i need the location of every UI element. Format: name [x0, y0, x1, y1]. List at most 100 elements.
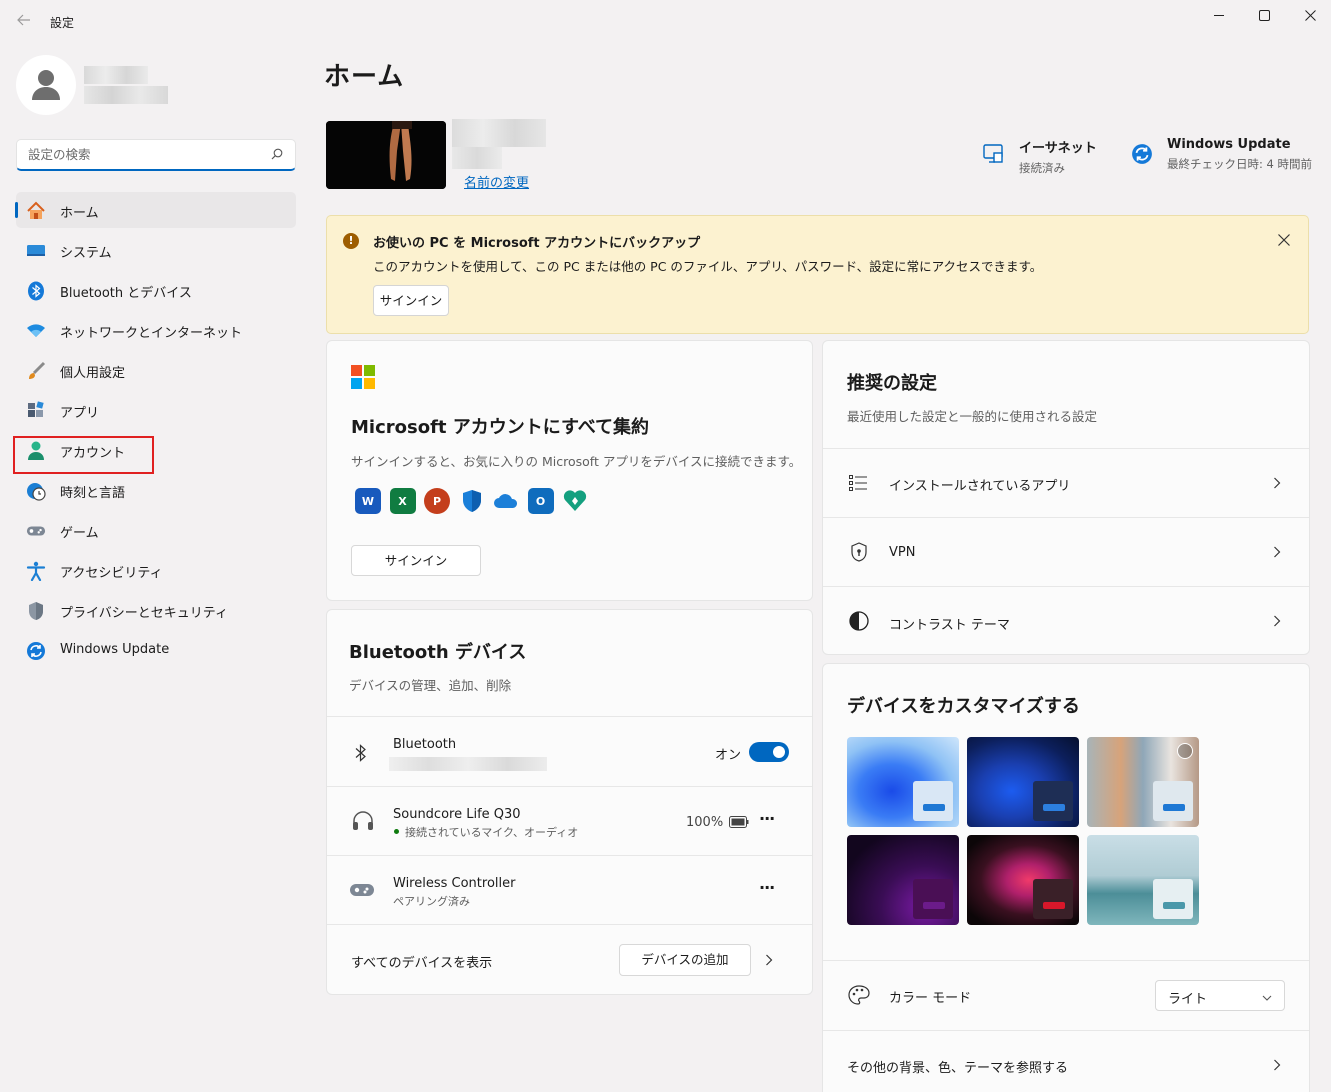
chevron-right-icon[interactable]	[765, 954, 775, 968]
sidebar-item-home[interactable]: ホーム	[15, 192, 296, 228]
powerpoint-icon: P	[424, 488, 450, 514]
sidebar-item-label: Bluetooth とデバイス	[60, 286, 192, 301]
device-name: Wireless Controller	[393, 876, 516, 891]
windows-update-status[interactable]: Windows Update 最終チェック日時: 4 時間前	[1131, 137, 1312, 172]
page-title: ホーム	[324, 62, 405, 92]
ms-card-title: Microsoft アカウントにすべて集約	[351, 417, 649, 438]
color-mode-row: カラー モード ライト	[823, 960, 1309, 1030]
browse-themes-label: その他の背景、色、テーマを参照する	[847, 1061, 1069, 1076]
back-arrow-icon[interactable]	[14, 12, 34, 32]
sidebar-item-time-language[interactable]: 時刻と言語	[16, 472, 296, 508]
family-safety-icon	[562, 488, 588, 514]
theme-thumbnail[interactable]	[1087, 737, 1199, 827]
device-wallpaper-thumbnail[interactable]	[326, 121, 446, 189]
rec-item-contrast-theme[interactable]: コントラスト テーマ	[823, 586, 1309, 654]
backup-banner: ! お使いの PC を Microsoft アカウントにバックアップ このアカウ…	[326, 215, 1309, 334]
sidebar-item-accessibility[interactable]: アクセシビリティ	[16, 552, 296, 588]
device-row-headphones[interactable]: Soundcore Life Q30 接続されているマイク、オーディオ 100%…	[327, 786, 812, 855]
apps-icon	[26, 401, 46, 421]
cust-card-title: デバイスをカスタマイズする	[847, 696, 1080, 717]
theme-thumbnail[interactable]	[967, 737, 1079, 827]
rec-item-label: VPN	[889, 545, 916, 560]
rec-card-sub: 最近使用した設定と一般的に使用される設定	[847, 409, 1098, 424]
close-icon[interactable]	[1274, 230, 1294, 250]
avatar[interactable]	[16, 55, 76, 115]
ethernet-sub: 接続済み	[1019, 161, 1065, 175]
battery-icon	[729, 816, 749, 832]
sidebar-item-label: プライバシーとセキュリティ	[60, 606, 228, 621]
theme-thumbnail[interactable]	[847, 737, 959, 827]
sidebar-item-label: Windows Update	[60, 642, 170, 657]
rec-item-vpn[interactable]: VPN	[823, 517, 1309, 586]
chevron-right-icon	[1273, 477, 1283, 491]
theme-thumbnail[interactable]	[847, 835, 959, 925]
chevron-right-icon	[1273, 1059, 1283, 1073]
theme-thumbnail[interactable]	[967, 835, 1079, 925]
bt-card-title: Bluetooth デバイス	[349, 642, 527, 663]
palette-icon	[848, 985, 870, 1009]
minimize-icon[interactable]	[1196, 4, 1242, 26]
recommended-settings-card: 推奨の設定 最近使用した設定と一般的に使用される設定 インストールされているアプ…	[822, 340, 1310, 655]
clock-globe-icon	[26, 481, 46, 501]
customize-device-card: デバイスをカスタマイズする カラー モード ライト その他の背景、色、テーマを参…	[822, 663, 1310, 1092]
bt-card-sub: デバイスの管理、追加、削除	[349, 678, 512, 693]
sidebar-item-accounts[interactable]: アカウント	[16, 432, 296, 468]
search-input[interactable]	[17, 140, 257, 168]
sidebar-item-apps[interactable]: アプリ	[16, 392, 296, 428]
bluetooth-toggle[interactable]	[749, 742, 789, 762]
sidebar-item-gaming[interactable]: ゲーム	[16, 512, 296, 548]
device-row-controller[interactable]: Wireless Controller ペアリング済み ···	[327, 855, 812, 924]
more-options-icon[interactable]: ···	[759, 809, 775, 828]
rename-link[interactable]: 名前の変更	[464, 172, 529, 191]
defender-icon	[459, 488, 485, 514]
browse-themes-row[interactable]: その他の背景、色、テーマを参照する	[823, 1030, 1309, 1092]
sidebar-item-label: ホーム	[60, 206, 99, 221]
rec-card-title: 推奨の設定	[847, 373, 937, 394]
list-icon	[849, 475, 867, 495]
color-mode-select[interactable]: ライト	[1155, 980, 1285, 1011]
maximize-icon[interactable]	[1241, 4, 1287, 26]
monitor-icon	[26, 241, 46, 261]
ethernet-status[interactable]: イーサネット 接続済み	[983, 137, 1097, 176]
banner-text: このアカウントを使用して、この PC または他の PC のファイル、アプリ、パス…	[373, 259, 1043, 274]
bluetooth-label: Bluetooth	[393, 737, 457, 752]
add-device-button[interactable]: デバイスの追加	[619, 944, 751, 976]
sidebar-item-system[interactable]: システム	[16, 232, 296, 268]
contrast-icon	[849, 611, 869, 635]
sidebar-item-personalization[interactable]: 個人用設定	[16, 352, 296, 388]
ms-card-sub: サインインすると、お気に入りの Microsoft アプリをデバイスに接続できま…	[351, 454, 802, 469]
wifi-icon	[26, 321, 46, 341]
sidebar-item-label: 時刻と言語	[60, 486, 126, 501]
ms-card-signin-button[interactable]: サインイン	[351, 545, 481, 576]
bluetooth-state: オン	[715, 748, 742, 763]
sidebar-item-network[interactable]: ネットワークとインターネット	[16, 312, 296, 348]
sidebar-item-privacy[interactable]: プライバシーとセキュリティ	[16, 592, 296, 628]
accessibility-icon	[26, 561, 46, 581]
connected-dot-icon	[394, 829, 399, 834]
close-window-icon[interactable]	[1287, 4, 1331, 26]
sidebar-item-bluetooth[interactable]: Bluetooth とデバイス	[16, 272, 296, 308]
gamepad-icon	[349, 882, 375, 902]
search-icon[interactable]	[271, 148, 283, 164]
pc-model-redacted	[452, 147, 502, 169]
banner-signin-button[interactable]: サインイン	[373, 285, 449, 316]
word-icon: W	[355, 488, 381, 514]
spotlight-icon	[1177, 743, 1193, 759]
update-sub: 最終チェック日時: 4 時間前	[1167, 157, 1313, 171]
show-all-devices-label[interactable]: すべてのデバイスを表示	[351, 952, 492, 971]
device-status: 接続されているマイク、オーディオ	[405, 826, 579, 839]
color-mode-value: ライト	[1168, 992, 1208, 1007]
microsoft-account-card: Microsoft アカウントにすべて集約 サインインすると、お気に入りの Mi…	[326, 340, 813, 601]
more-options-icon[interactable]: ···	[759, 878, 775, 897]
theme-thumbnail[interactable]	[1087, 835, 1199, 925]
device-status: ペアリング済み	[393, 895, 470, 908]
search-box[interactable]	[16, 139, 296, 171]
banner-title: お使いの PC を Microsoft アカウントにバックアップ	[373, 236, 701, 251]
user-email-redacted	[84, 86, 168, 104]
sidebar-item-windows-update[interactable]: Windows Update	[16, 632, 296, 668]
outlook-icon: O	[527, 488, 554, 514]
home-icon	[26, 201, 46, 221]
gamepad-icon	[26, 521, 46, 541]
app-title: 設定	[50, 16, 75, 30]
rec-item-installed-apps[interactable]: インストールされているアプリ	[823, 448, 1309, 517]
